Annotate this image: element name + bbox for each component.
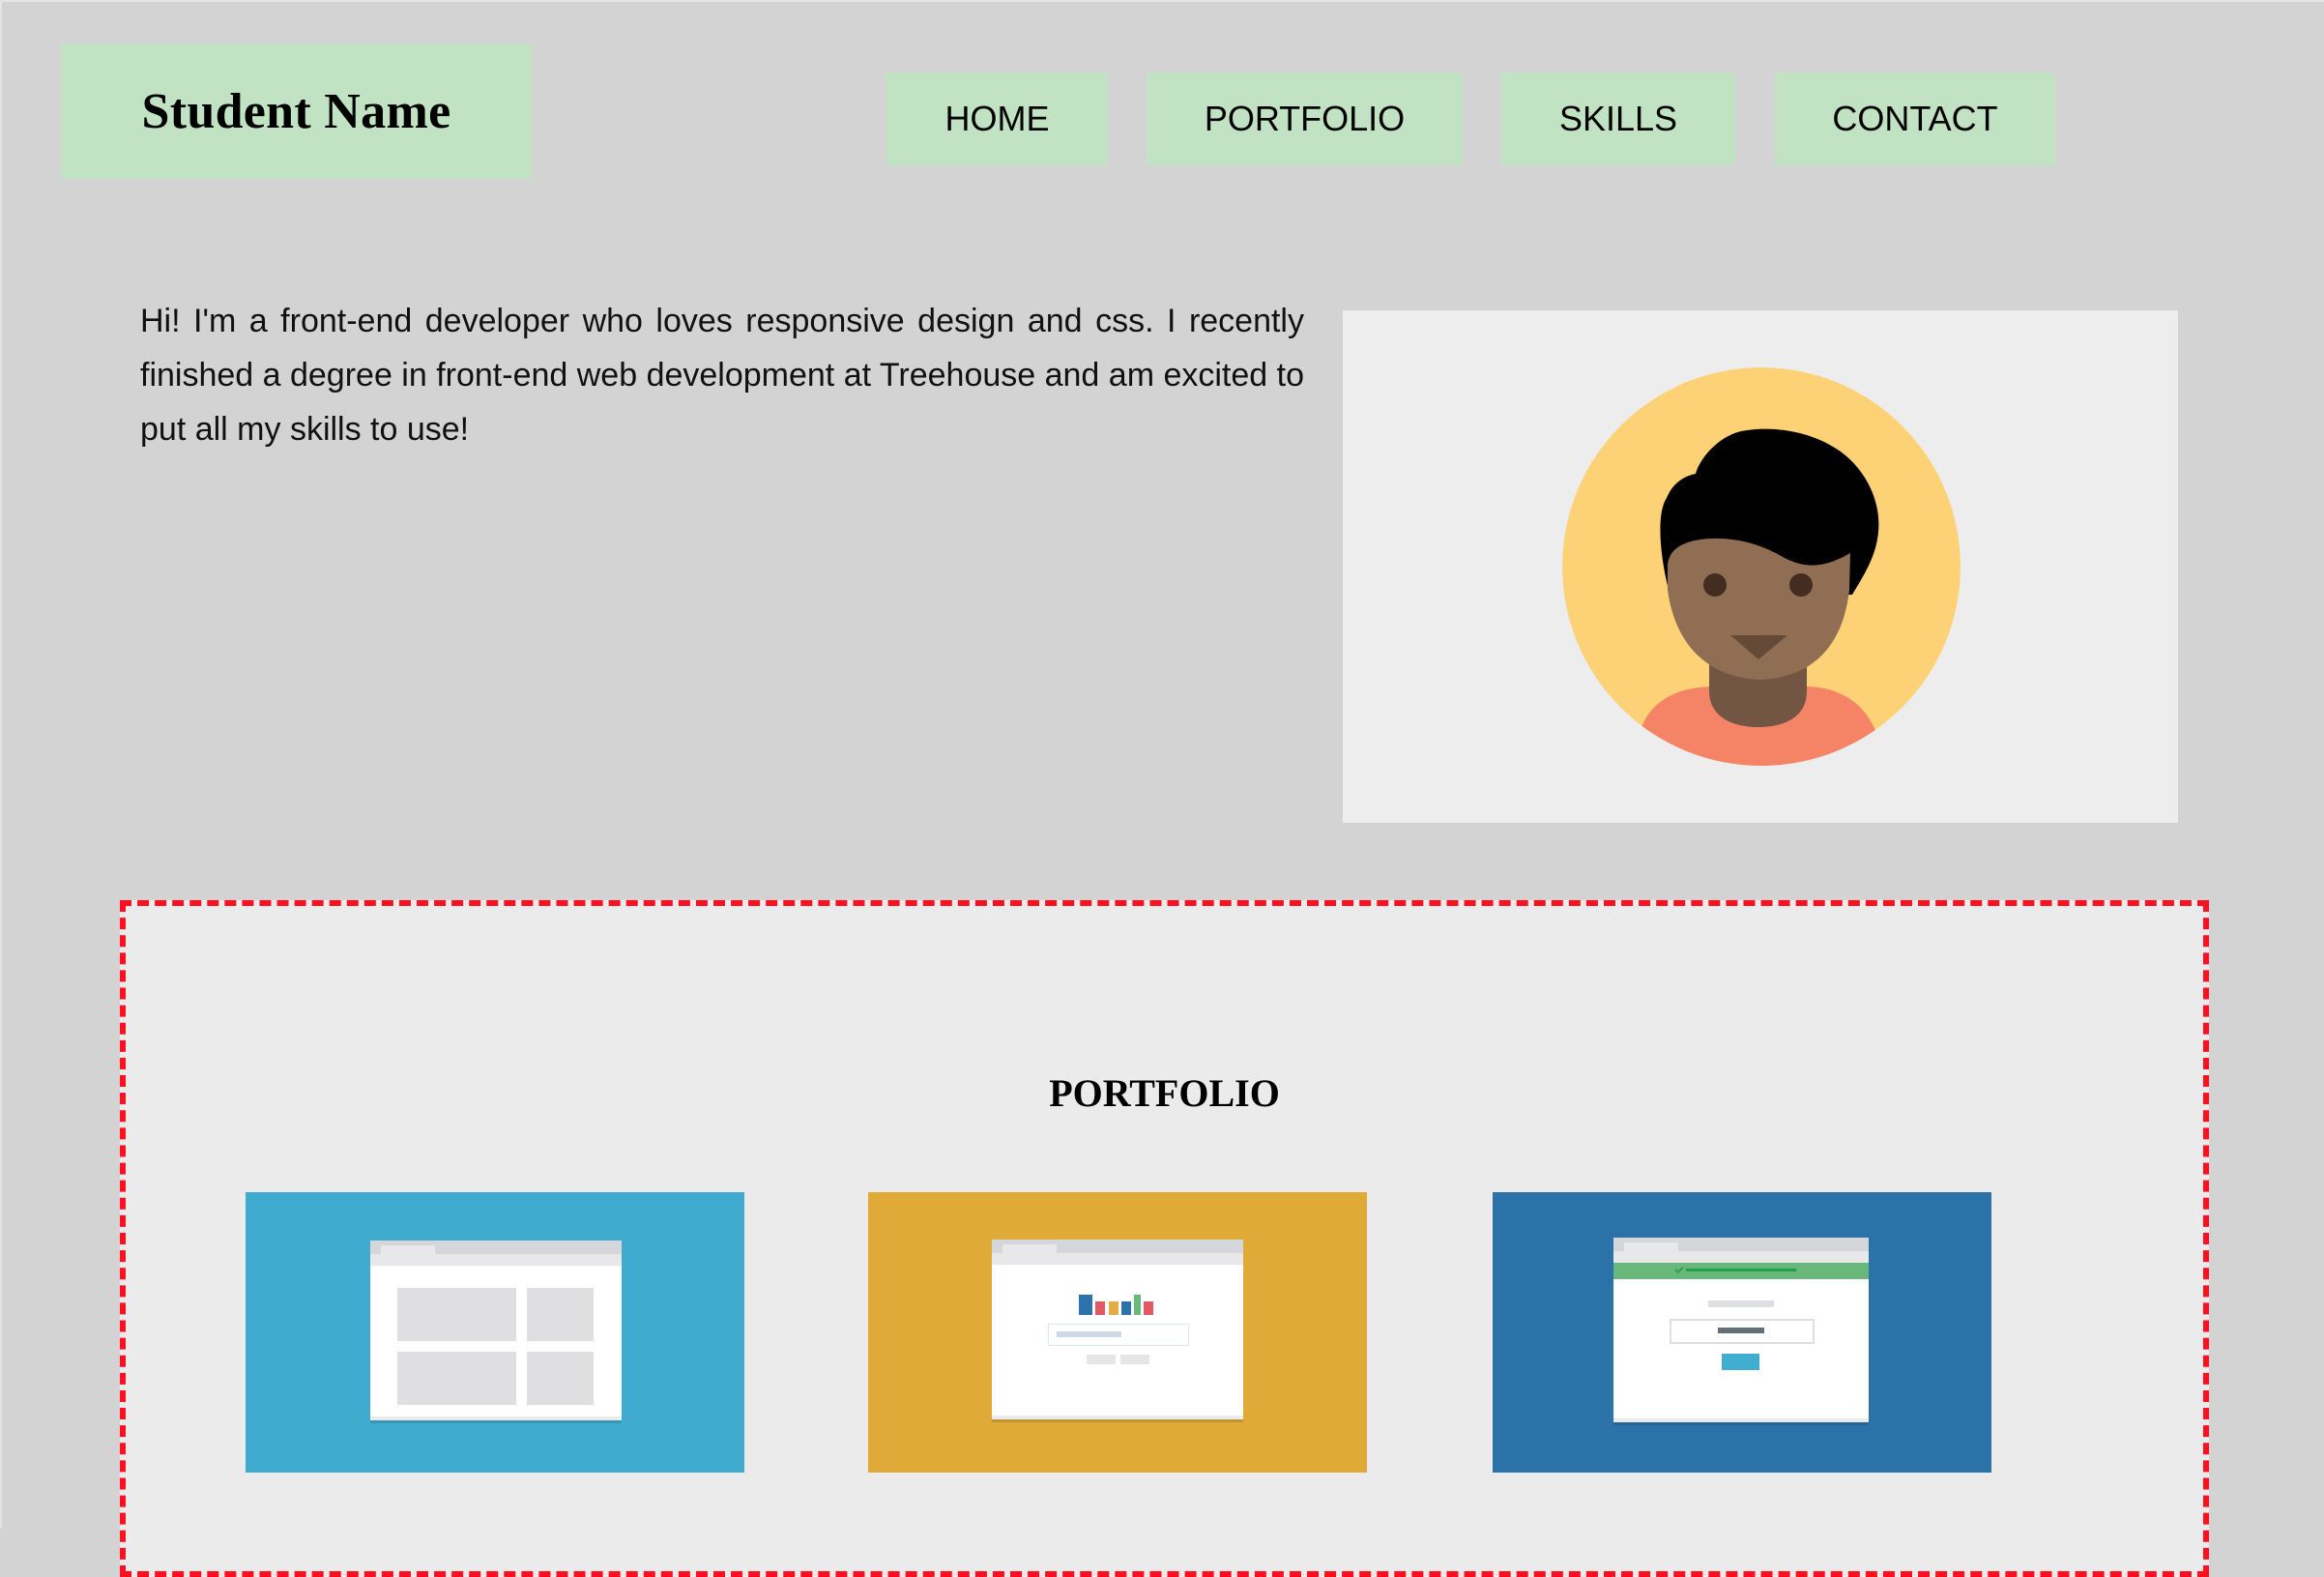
nav-portfolio[interactable]: PORTFOLIO bbox=[1147, 73, 1463, 165]
site-logo[interactable]: Student Name bbox=[61, 44, 532, 179]
nav-portfolio-label: PORTFOLIO bbox=[1204, 99, 1406, 138]
browser-window-icon bbox=[992, 1240, 1243, 1419]
person-avatar-icon bbox=[1562, 367, 1961, 766]
project-thumbnail-form[interactable] bbox=[1493, 1192, 1991, 1473]
project-thumbnail-search[interactable] bbox=[868, 1192, 1367, 1473]
portfolio-section: PORTFOLIO bbox=[120, 900, 2209, 1577]
project-thumbnail-layout[interactable] bbox=[246, 1192, 744, 1473]
avatar-right-eye bbox=[1789, 573, 1813, 597]
portfolio-heading: PORTFOLIO bbox=[1049, 1071, 1280, 1115]
nav-contact[interactable]: CONTACT bbox=[1775, 73, 2055, 165]
browser-window-icon bbox=[1613, 1238, 1869, 1422]
nav-home-label: HOME bbox=[944, 99, 1050, 138]
logo-text: Student Name bbox=[141, 83, 451, 139]
browser-window-icon bbox=[370, 1241, 622, 1420]
nav-home[interactable]: HOME bbox=[886, 73, 1108, 165]
intro-text: Hi! I'm a front-end developer who loves … bbox=[140, 303, 1304, 448]
bar-chart-logo-icon bbox=[1079, 1295, 1092, 1315]
nav-skills-label: SKILLS bbox=[1558, 99, 1678, 138]
avatar-panel bbox=[1343, 310, 2178, 823]
nav-contact-label: CONTACT bbox=[1832, 99, 1998, 138]
nav-skills[interactable]: SKILLS bbox=[1501, 73, 1735, 165]
avatar-left-eye bbox=[1703, 573, 1727, 597]
